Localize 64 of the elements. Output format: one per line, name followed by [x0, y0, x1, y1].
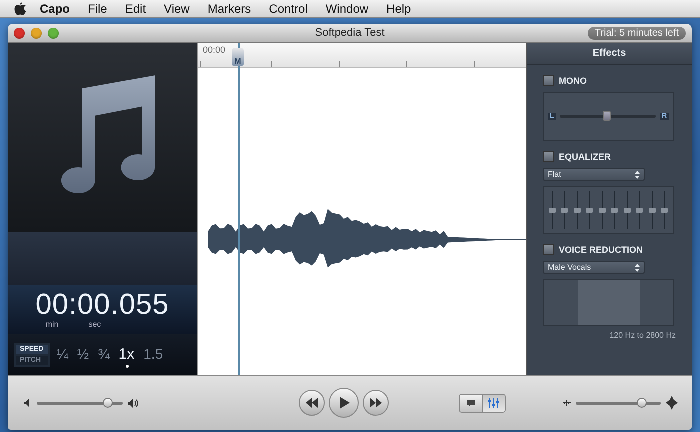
eq-band-slider[interactable]: [648, 208, 656, 213]
slider-thumb[interactable]: [637, 398, 648, 408]
time-unit-label: min: [46, 320, 59, 329]
menu-item[interactable]: View: [155, 2, 199, 16]
rate-option[interactable]: ¼: [54, 346, 70, 369]
stepper-arrows-icon: [635, 264, 640, 272]
apple-logo-icon[interactable]: [14, 2, 27, 16]
view-toggle-button[interactable]: [482, 394, 505, 412]
menu-item[interactable]: Edit: [116, 2, 156, 16]
fast-forward-button[interactable]: [363, 390, 389, 416]
eq-band-slider[interactable]: [586, 208, 594, 213]
fast-forward-icon: [369, 397, 383, 409]
eq-band-slider[interactable]: [598, 208, 606, 213]
eq-band-slider[interactable]: [611, 208, 618, 213]
view-toggle-button[interactable]: [460, 394, 482, 412]
slider-thumb[interactable]: [603, 111, 612, 121]
minimize-button[interactable]: [31, 28, 42, 38]
panel-title: Effects: [527, 43, 692, 65]
small-waveform-icon: [563, 399, 571, 407]
menu-item[interactable]: Window: [316, 2, 378, 16]
play-button[interactable]: [329, 388, 359, 418]
time-display: 00:00.055: [36, 290, 170, 320]
frequency-range-label: 120 Hz to 2800 Hz: [608, 331, 676, 340]
playhead-marker[interactable]: M: [232, 48, 244, 66]
eq-band-slider[interactable]: [548, 208, 556, 213]
close-button[interactable]: [14, 28, 25, 38]
rewind-button[interactable]: [299, 390, 325, 416]
rate-option[interactable]: ½: [75, 346, 92, 369]
section-label: EQUALIZER: [559, 152, 612, 162]
section-label: VOICE REDUCTION: [559, 244, 644, 254]
volume-high-icon: [128, 398, 139, 408]
rate-option[interactable]: 1x: [116, 346, 137, 369]
menu-item[interactable]: File: [79, 2, 116, 16]
trial-badge: Trial: 5 minutes left: [588, 26, 686, 40]
rewind-icon: [305, 397, 319, 409]
eq-band-slider[interactable]: [661, 208, 668, 213]
time-unit-label: sec: [88, 320, 102, 329]
rate-option[interactable]: 1.5: [142, 346, 166, 369]
checkbox[interactable]: [543, 244, 554, 255]
preset-dropdown[interactable]: Flat: [543, 168, 645, 181]
checkbox[interactable]: [543, 75, 554, 86]
zoom-button[interactable]: [48, 28, 59, 38]
eq-band-slider[interactable]: [636, 208, 644, 213]
speech-bubble-icon: [466, 398, 476, 408]
volume-low-icon: [24, 399, 32, 407]
eq-band-slider[interactable]: [624, 208, 631, 213]
rate-option[interactable]: ¾: [96, 346, 112, 369]
eq-band-slider[interactable]: [574, 208, 581, 213]
frequency-range-drawing[interactable]: [543, 279, 674, 326]
menu-item[interactable]: Help: [378, 2, 420, 16]
menu-item[interactable]: Markers: [198, 2, 260, 16]
app-menu[interactable]: Capo: [31, 2, 79, 16]
eq-band-slider[interactable]: [561, 208, 568, 213]
mixer-sliders-icon: [488, 398, 500, 408]
play-icon: [337, 397, 351, 409]
checkbox[interactable]: [543, 151, 554, 162]
window-title: Softpedia Test: [315, 27, 385, 39]
stepper-arrows-icon: [635, 170, 640, 178]
large-waveform-icon: [666, 396, 678, 410]
time-label: 00:00: [203, 45, 226, 55]
preset-dropdown[interactable]: Male Vocals: [543, 261, 645, 274]
slider-thumb[interactable]: [103, 398, 114, 408]
menu-item[interactable]: Control: [260, 2, 317, 16]
section-label: MONO: [559, 76, 587, 86]
